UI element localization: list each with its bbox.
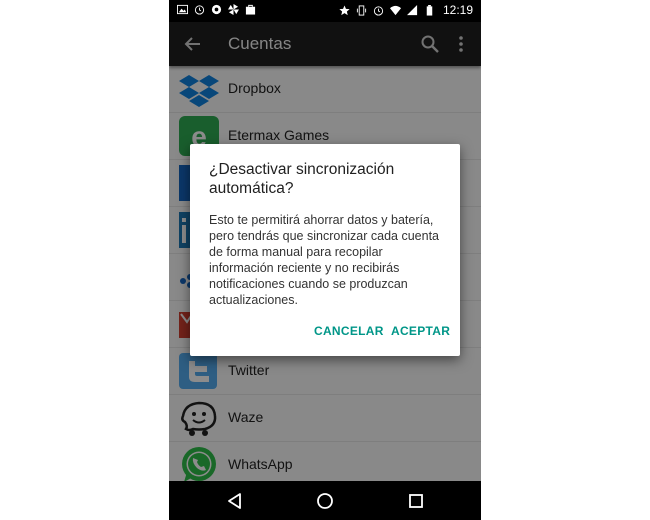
dialog-title: ¿Desactivar sincronización automática? — [209, 161, 395, 197]
vibrate-icon — [356, 4, 367, 16]
alarm-icon — [373, 5, 384, 16]
navigation-bar — [169, 481, 481, 520]
sync-dialog: ¿Desactivar sincronización automática? E… — [190, 144, 460, 356]
image-icon — [177, 4, 188, 15]
status-bar: 12:19 — [169, 0, 481, 22]
app-icon — [211, 4, 222, 15]
battery-icon — [426, 4, 433, 16]
wifi-icon — [389, 5, 401, 15]
status-time: 12:19 — [442, 3, 473, 17]
nav-home-icon[interactable] — [315, 491, 335, 511]
pinwheel-icon — [228, 4, 239, 15]
star-icon — [339, 4, 350, 15]
signal-icon — [406, 4, 418, 15]
nav-recents-icon[interactable] — [406, 491, 426, 511]
accept-button[interactable]: ACEPTAR — [391, 324, 450, 338]
nav-back-icon[interactable] — [225, 491, 245, 511]
dialog-message: Esto te permitirá ahorrar datos y baterí… — [209, 213, 440, 307]
bag-icon — [245, 4, 256, 15]
alarm-icon — [194, 5, 205, 15]
cancel-button[interactable]: CANCELAR — [314, 324, 384, 338]
